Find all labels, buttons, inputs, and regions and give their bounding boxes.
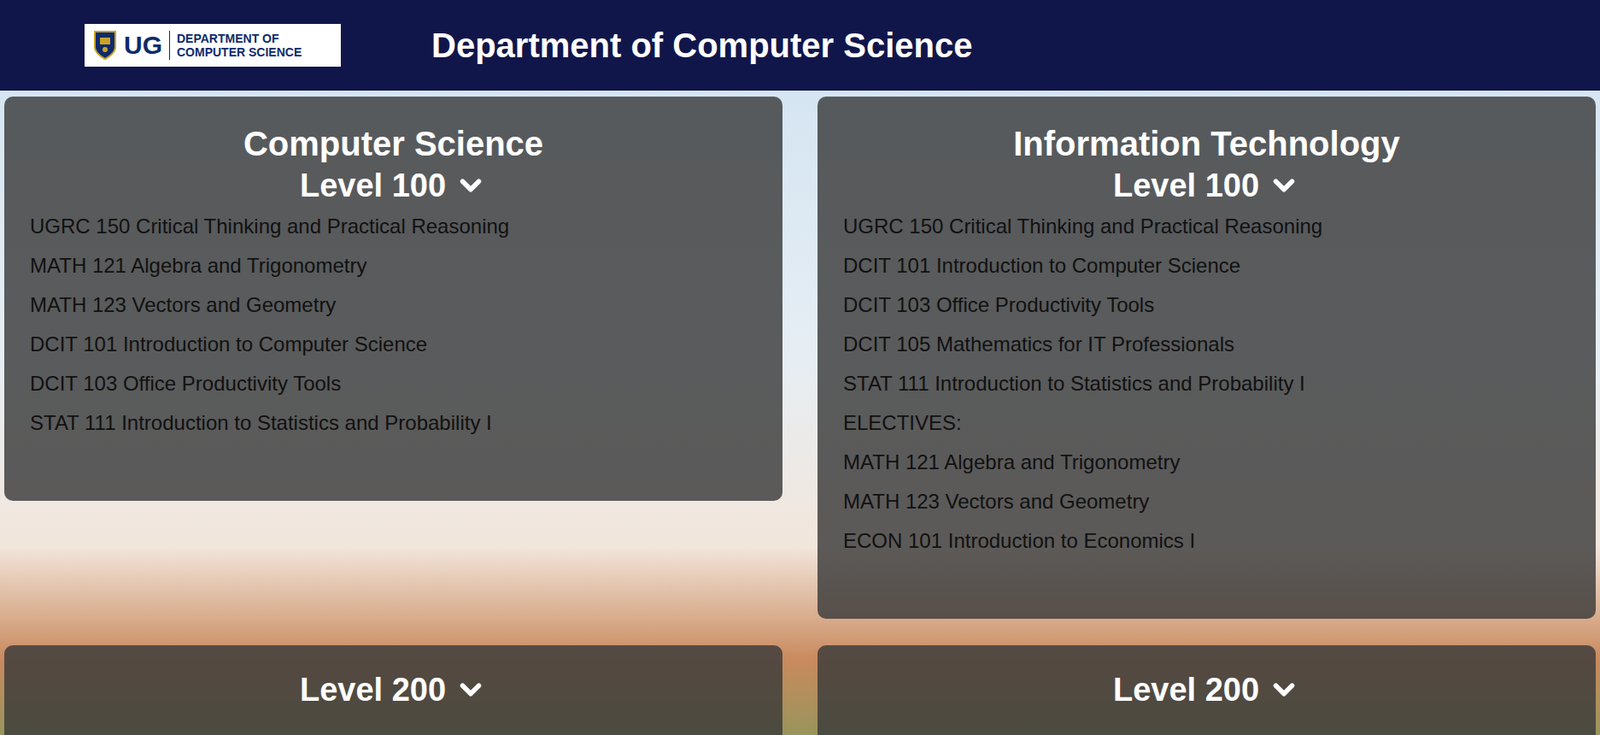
- course-list: UGRC 150 Critical Thinking and Practical…: [843, 206, 1571, 561]
- course-heading: ELECTIVES:: [843, 403, 1571, 443]
- header: UGDEPARTMENT OFCOMPUTER SCIENCE Departmen…: [0, 0, 1600, 91]
- logo[interactable]: UGDEPARTMENT OFCOMPUTER SCIENCE: [84, 23, 341, 67]
- course-item: DCIT 105 Mathematics for IT Professional…: [843, 324, 1571, 364]
- course-item: STAT 111 Introduction to Statistics and …: [29, 403, 757, 443]
- course-item: DCIT 103 Office Productivity Tools: [29, 363, 757, 404]
- program-title: Computer Science: [29, 123, 757, 165]
- chevron-down-icon: [1267, 673, 1301, 706]
- course-item: STAT 111 Introduction to Statistics and …: [843, 363, 1571, 404]
- course-item: DCIT 101 Introduction to Computer Scienc…: [843, 246, 1571, 286]
- program-card: Information TechnologyLevel 100UGRC 150 …: [817, 96, 1596, 619]
- level-toggle[interactable]: Level 100: [843, 164, 1571, 207]
- program-card: Computer ScienceLevel 100UGRC 150 Critic…: [4, 96, 783, 501]
- program-grid: Computer ScienceLevel 100UGRC 150 Critic…: [0, 90, 1600, 735]
- chevron-down-icon: [454, 673, 487, 706]
- course-item: DCIT 101 Introduction to Computer Scienc…: [29, 324, 757, 364]
- chevron-down-icon: [1267, 169, 1301, 202]
- level-toggle[interactable]: Level 100: [29, 164, 757, 207]
- course-item: MATH 121 Algebra and Trigonometry: [29, 246, 757, 286]
- logo-abbr: UG: [123, 30, 170, 60]
- crest-icon: [93, 29, 118, 61]
- course-item: UGRC 150 Critical Thinking and Practical…: [29, 206, 757, 247]
- course-list: UGRC 150 Critical Thinking and Practical…: [29, 206, 757, 443]
- course-item: UGRC 150 Critical Thinking and Practical…: [843, 206, 1571, 247]
- chevron-down-icon: [454, 169, 487, 202]
- level-toggle[interactable]: Level 200: [843, 668, 1571, 711]
- logo-text: DEPARTMENT OFCOMPUTER SCIENCE: [176, 31, 302, 59]
- course-item: ECON 101 Introduction to Economics I: [843, 521, 1571, 561]
- level-toggle[interactable]: Level 200: [29, 668, 757, 711]
- program-card: Level 200: [817, 644, 1596, 735]
- course-item: MATH 123 Vectors and Geometry: [29, 285, 757, 325]
- course-item: MATH 123 Vectors and Geometry: [843, 481, 1571, 522]
- background-photo: UGDEPARTMENT OFCOMPUTER SCIENCE Departmen…: [0, 0, 1600, 735]
- program-card: Level 200: [4, 644, 783, 735]
- course-item: DCIT 103 Office Productivity Tools: [843, 285, 1571, 325]
- course-item: MATH 121 Algebra and Trigonometry: [843, 442, 1571, 482]
- page-title: Department of Computer Science: [431, 26, 973, 65]
- program-title: Information Technology: [843, 123, 1571, 165]
